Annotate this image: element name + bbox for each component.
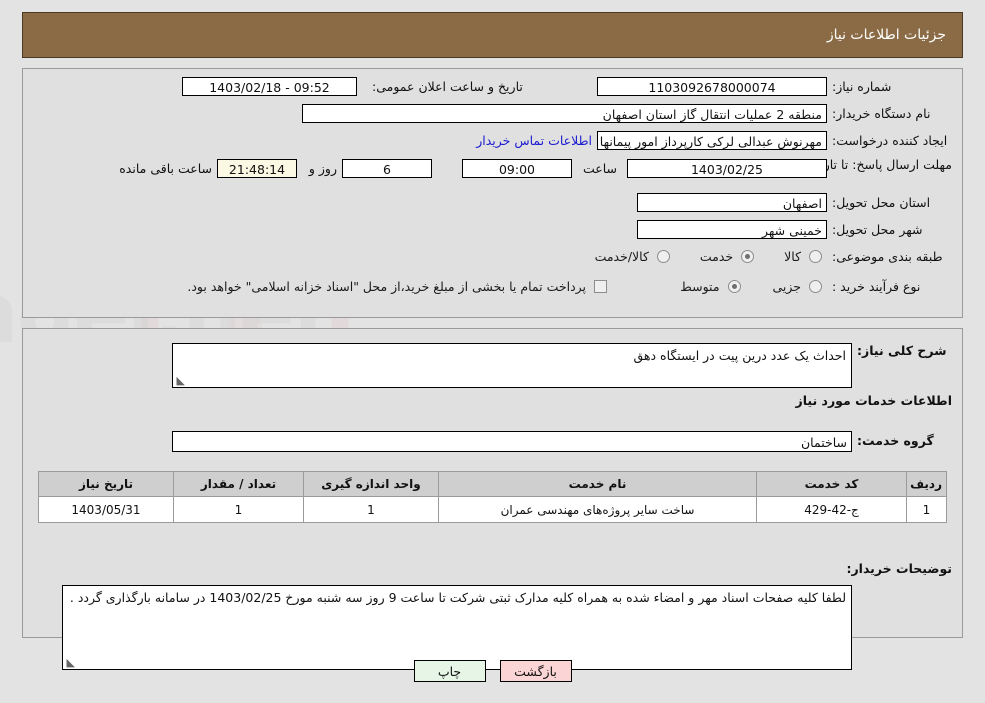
category-radio-group[interactable]: کالا خدمت کالا/خدمت <box>591 248 822 264</box>
general-desc-value: احداث یک عدد درین پیت در ایستگاه دهق <box>633 348 846 363</box>
treasury-bond-checkbox[interactable] <box>594 280 607 293</box>
need-summary-panel: شماره نیاز: 1103092678000074 تاریخ و ساع… <box>22 68 963 318</box>
province-label: استان محل تحویل: <box>832 195 931 210</box>
deadline-date-value: 1403/02/25 <box>627 159 827 178</box>
need-number-label: شماره نیاز: <box>832 79 892 94</box>
radio-category-khedmat-label: خدمت <box>699 249 734 264</box>
cell-service-code: ج-42-429 <box>756 496 907 523</box>
col-unit: واحد اندازه گیری <box>303 471 439 497</box>
radio-category-kala-khedmat-label: کالا/خدمت <box>594 249 649 264</box>
radio-purchase-jozii-label: جزیی <box>772 279 802 294</box>
cell-need-date: 1403/05/31 <box>38 496 174 523</box>
radio-purchase-jozii[interactable] <box>809 280 822 293</box>
province-value: اصفهان <box>637 193 827 212</box>
cell-service-name: ساخت سایر پروژه‌های مهندسی عمران <box>438 496 757 523</box>
col-need-date: تاریخ نیاز <box>38 471 174 497</box>
buyer-notes-label: توضیحات خریدار: <box>846 561 952 576</box>
radio-purchase-motevasset-label: متوسط <box>680 279 720 294</box>
requester-label: ایجاد کننده درخواست: <box>832 133 948 148</box>
deadline-days-value: 6 <box>342 159 432 178</box>
resize-grip-icon[interactable]: ◣ <box>175 375 185 386</box>
deadline-time-value: 09:00 <box>462 159 572 178</box>
col-service-code: کد خدمت <box>756 471 907 497</box>
services-table: ردیف کد خدمت نام خدمت واحد اندازه گیری ت… <box>38 471 947 523</box>
general-desc-textarea[interactable]: احداث یک عدد درین پیت در ایستگاه دهق ◣ <box>172 343 852 388</box>
buyer-contact-link[interactable]: اطلاعات تماس خریدار <box>476 133 592 148</box>
treasury-bond-option[interactable]: پرداخت تمام یا بخشی از مبلغ خرید،از محل … <box>183 278 607 294</box>
radio-category-kala-khedmat[interactable] <box>656 250 670 263</box>
table-header-row: ردیف کد خدمت نام خدمت واحد اندازه گیری ت… <box>38 471 947 497</box>
requester-value: مهرنوش عبدالی لرکی کارپرداز امور پیمانها… <box>597 131 827 150</box>
cell-quantity: 1 <box>173 496 304 523</box>
buyer-org-value: منطقه 2 عملیات انتقال گاز استان اصفهان <box>302 104 827 123</box>
deadline-days-label: روز و <box>308 161 337 176</box>
buyer-org-label: نام دستگاه خریدار: <box>832 106 931 121</box>
print-button[interactable]: چاپ <box>413 660 486 682</box>
city-value: خمینی شهر <box>637 220 827 239</box>
action-button-bar: بازگشت چاپ <box>0 660 985 682</box>
buyer-notes-value: لطفا کلیه صفحات اسناد مهر و امضاء شده به… <box>69 590 846 605</box>
cell-unit: 1 <box>303 496 439 523</box>
public-announce-label: تاریخ و ساعت اعلان عمومی: <box>372 79 523 94</box>
city-label: شهر محل تحویل: <box>832 222 923 237</box>
services-table-wrap: ردیف کد خدمت نام خدمت واحد اندازه گیری ت… <box>38 471 947 523</box>
radio-purchase-motevasset[interactable] <box>727 280 741 293</box>
col-quantity: تعداد / مقدار <box>173 471 304 497</box>
deadline-label: مهلت ارسال پاسخ: تا تاریخ: <box>807 157 952 172</box>
col-radif: ردیف <box>906 471 947 497</box>
page-title: جزئیات اطلاعات نیاز <box>826 27 946 43</box>
radio-category-khedmat[interactable] <box>741 250 755 263</box>
deadline-countdown-value: 21:48:14 <box>217 159 297 178</box>
service-group-label: گروه خدمت: <box>857 433 934 448</box>
purchase-type-radio-group[interactable]: جزیی متوسط <box>676 278 822 294</box>
cell-radif: 1 <box>906 496 947 523</box>
need-details-panel: شرح کلی نیاز: احداث یک عدد درین پیت در ا… <box>22 328 963 670</box>
deadline-time-label: ساعت <box>582 161 617 176</box>
window-titlebar: جزئیات اطلاعات نیاز <box>22 12 963 58</box>
deadline-countdown-label: ساعت باقی مانده <box>119 161 212 176</box>
purchase-type-label: نوع فرآیند خرید : <box>832 279 921 294</box>
back-button[interactable]: بازگشت <box>499 660 572 682</box>
need-number-value: 1103092678000074 <box>597 77 827 96</box>
category-label: طبقه بندی موضوعی: <box>832 249 943 264</box>
buyer-notes-textarea[interactable]: لطفا کلیه صفحات اسناد مهر و امضاء شده به… <box>62 585 852 670</box>
table-row: 1 ج-42-429 ساخت سایر پروژه‌های مهندسی عم… <box>38 496 947 523</box>
public-announce-value: 09:52 - 1403/02/18 <box>182 77 357 96</box>
radio-category-kala[interactable] <box>809 250 822 263</box>
treasury-bond-text: پرداخت تمام یا بخشی از مبلغ خرید،از محل … <box>187 279 587 294</box>
general-desc-label: شرح کلی نیاز: <box>857 343 947 358</box>
services-section-heading: اطلاعات خدمات مورد نیاز <box>795 393 953 408</box>
col-service-name: نام خدمت <box>438 471 757 497</box>
radio-category-kala-label: کالا <box>784 249 802 264</box>
service-group-value: ساختمان <box>172 431 852 452</box>
